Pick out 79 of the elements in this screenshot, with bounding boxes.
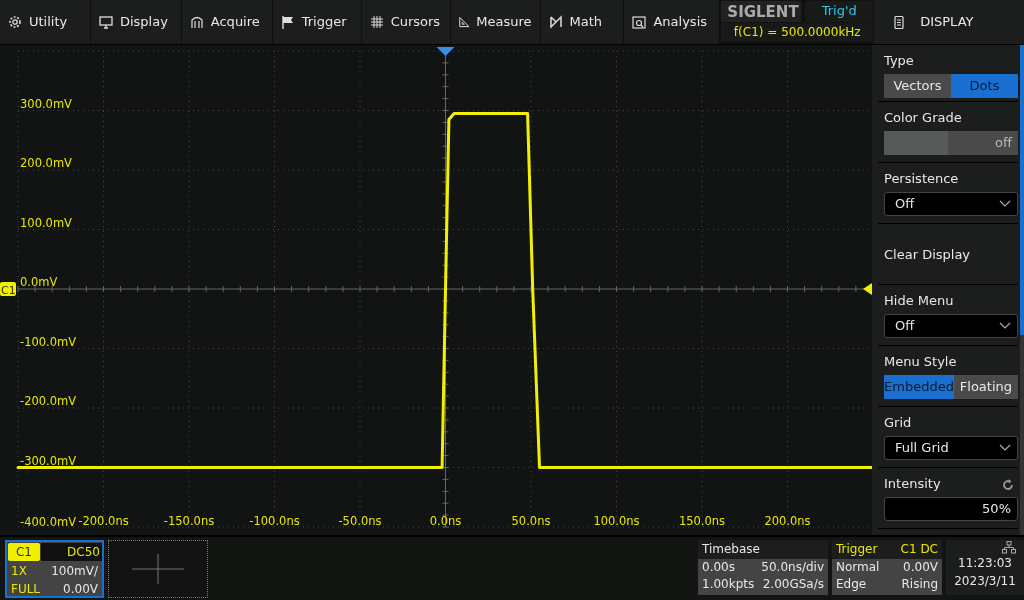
trigger-level: 0.00V xyxy=(903,559,938,576)
plus-icon xyxy=(132,554,184,584)
y-axis-label: 300.0mV xyxy=(20,96,72,111)
ruler-triangle-icon xyxy=(458,15,470,29)
timebase-panel[interactable]: Timebase 0.00s 50.0ns/div 1.00kpts 2.00GSa/s xyxy=(698,540,828,595)
network-icon xyxy=(1002,541,1016,554)
x-axis-label: 50.0ns xyxy=(511,514,551,528)
menu-title: DISPLAY xyxy=(920,13,974,32)
brand-logo: SIGLENT xyxy=(721,1,802,22)
y-axis-label: 200.0mV xyxy=(20,156,72,170)
trigger-status: Trig'd xyxy=(805,1,874,22)
setting-label: Menu Style xyxy=(884,353,957,371)
setting-label: Persistence xyxy=(884,170,959,188)
clipboard-icon xyxy=(894,15,905,29)
timebase-scale: 50.0ns/div xyxy=(761,559,824,576)
x-axis-label: 200.0ns xyxy=(764,514,811,528)
setting-label: Type xyxy=(884,52,914,70)
x-axis-label: -50.0ns xyxy=(338,514,382,528)
probe-label: 1X xyxy=(11,563,27,580)
setting-label: Grid xyxy=(884,414,912,432)
clock-date: 2023/3/11 xyxy=(953,573,1017,590)
segment-option[interactable]: Floating xyxy=(953,374,1018,399)
add-channel-slot[interactable] xyxy=(108,540,208,598)
gear-icon xyxy=(8,15,22,29)
setting-label: Intensity xyxy=(884,475,941,493)
setting-label: Hide Menu xyxy=(884,292,954,310)
channel-label: C1 xyxy=(8,543,40,561)
trigger-source: C1 xyxy=(900,542,917,556)
trigger-position-marker xyxy=(436,47,455,56)
trigger-slope: Rising xyxy=(901,576,938,593)
x-axis-label: 150.0ns xyxy=(678,514,726,528)
y-axis-label: -200.0mV xyxy=(20,394,77,408)
panel-title: Trigger xyxy=(836,541,878,558)
grid-icon xyxy=(369,15,384,29)
setting-label: Color Grade xyxy=(884,109,962,127)
clear-display-button[interactable]: Clear Display xyxy=(884,245,971,265)
delay-value: 0.00s xyxy=(702,559,735,576)
trigger-coupling: DC xyxy=(920,542,938,556)
magnifier-icon xyxy=(632,15,647,29)
offset-value: 0.00V xyxy=(63,581,98,598)
x-axis-label: 0.0ns xyxy=(429,514,462,528)
monitor-icon xyxy=(98,15,113,29)
segment-option[interactable]: Vectors xyxy=(884,73,951,98)
y-axis-label: -300.0mV xyxy=(20,453,77,468)
scale-value: 100mV/ xyxy=(51,563,98,580)
value-field[interactable]: 50% xyxy=(884,496,1018,521)
x-axis-label: -200.0ns xyxy=(78,514,129,528)
x-axis-label: -100.0ns xyxy=(249,514,300,528)
flag-icon xyxy=(280,15,295,29)
reset-icon xyxy=(1002,479,1014,492)
channel-marker: C1 xyxy=(0,282,16,297)
dropdown[interactable]: Off xyxy=(884,313,1018,338)
trigger-type: Edge xyxy=(836,576,867,593)
panel-title: Timebase xyxy=(698,540,828,559)
math-icon xyxy=(548,15,563,29)
memory-depth: 1.00kpts xyxy=(702,576,755,593)
segment-option[interactable]: Embedded xyxy=(884,374,954,399)
trigger-panel[interactable]: Trigger C1 DC Normal 0.00V Edge Rising xyxy=(832,540,942,595)
chevron-down-icon xyxy=(999,200,1011,207)
frequency-readout: f(C1) = 500.0000kHz xyxy=(721,23,874,41)
y-axis-label: 100.0mV xyxy=(20,215,72,230)
channel-card[interactable]: C1 DC50 1X 100mV/ FULL 0.00V xyxy=(5,540,104,598)
bandwidth-label: FULL xyxy=(11,581,41,598)
segment-option[interactable]: Dots xyxy=(951,73,1018,98)
y-axis-label: 0.0mV xyxy=(20,275,58,289)
x-axis-label: 100.0ns xyxy=(593,514,640,528)
x-axis-label: -150.0ns xyxy=(163,514,215,528)
y-axis-label: -100.0mV xyxy=(20,334,77,349)
y-axis-label: -400.0mV xyxy=(20,515,77,529)
coupling-label: DC50 xyxy=(41,543,102,561)
chevron-down-icon xyxy=(999,322,1011,329)
dropdown[interactable]: Full Grid xyxy=(884,435,1018,460)
sample-rate: 2.00GSa/s xyxy=(762,576,824,593)
clock-time: 11:23:03 xyxy=(957,555,1013,572)
chevron-down-icon xyxy=(999,444,1011,451)
trigger-mode: Normal xyxy=(836,559,880,576)
arch-icon xyxy=(189,15,204,29)
scrollbar-thumb[interactable] xyxy=(1020,45,1024,335)
dropdown[interactable]: Off xyxy=(884,191,1018,216)
